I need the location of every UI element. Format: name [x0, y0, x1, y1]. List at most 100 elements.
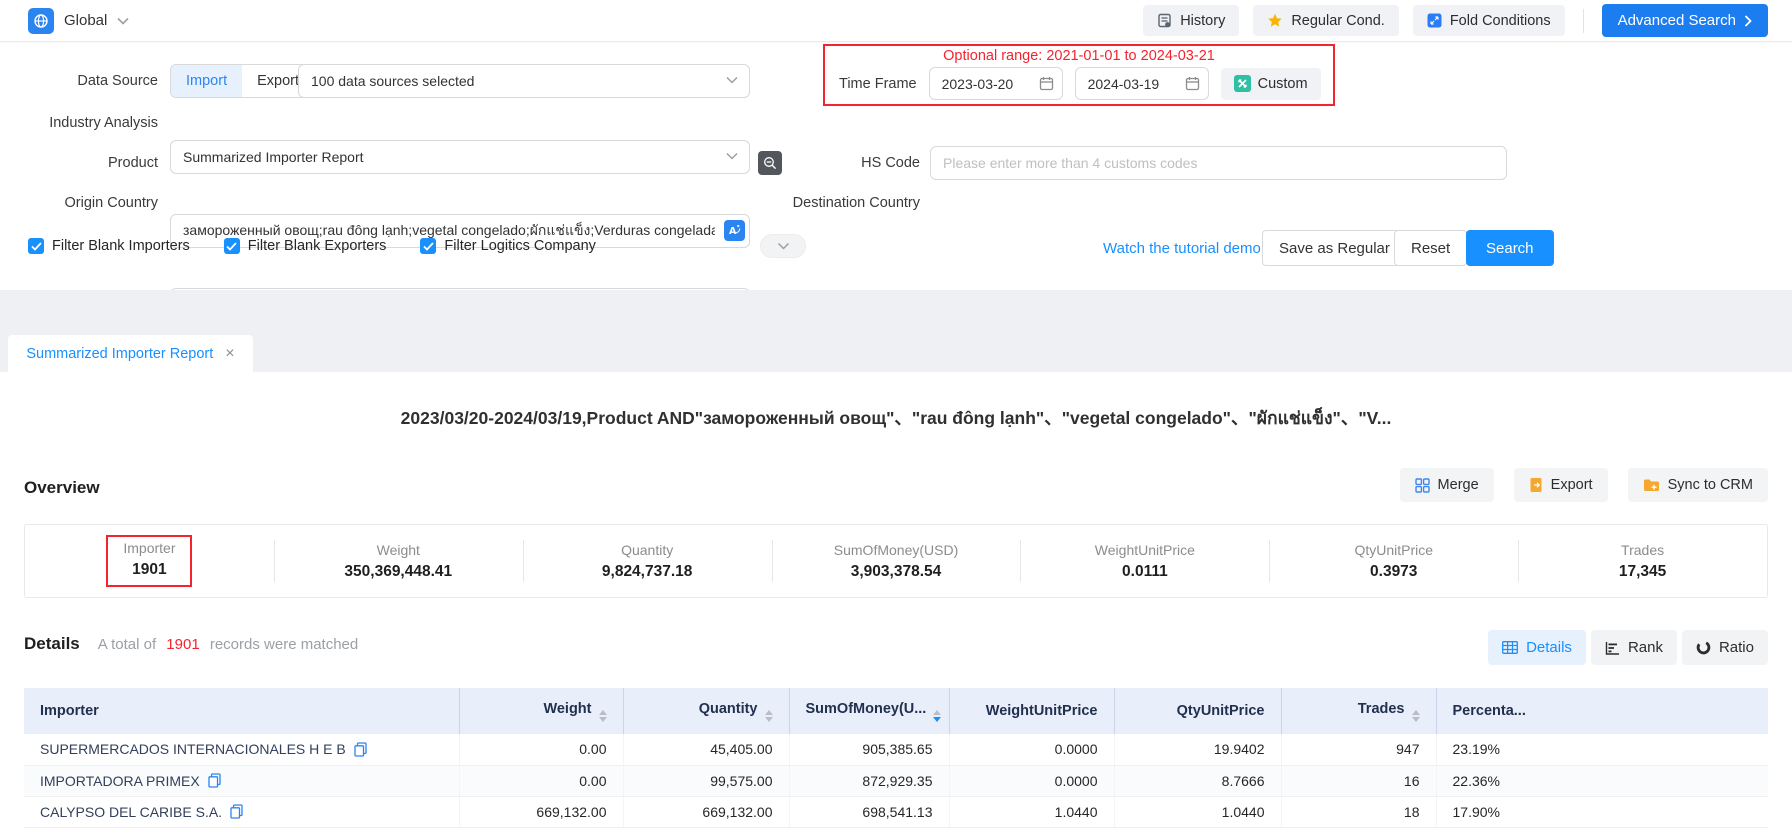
- export-button[interactable]: Export: [1514, 468, 1608, 502]
- history-icon: [1157, 13, 1172, 28]
- filter-blank-importers-checkbox[interactable]: Filter Blank Importers: [28, 238, 190, 254]
- filter-blank-exporters-checkbox[interactable]: Filter Blank Exporters: [224, 238, 387, 254]
- stat-importer: Importer 1901: [25, 525, 274, 597]
- sort-icon[interactable]: [599, 710, 607, 722]
- destination-country-label: Destination Country: [770, 186, 920, 220]
- table-header-row: Importer Weight Quantity SumOfMoney(U...…: [24, 688, 1768, 734]
- start-date-field[interactable]: [929, 67, 1063, 100]
- stat-label: Importer: [123, 540, 175, 556]
- view-rank-button[interactable]: Rank: [1591, 630, 1677, 665]
- total-prefix: A total of: [98, 636, 156, 653]
- view-details-button[interactable]: Details: [1488, 630, 1586, 665]
- copy-icon[interactable]: [208, 773, 221, 788]
- cell-sum: 905,385.65: [789, 734, 949, 765]
- filter-logitics-company-checkbox[interactable]: Filter Logitics Company: [420, 238, 596, 254]
- stat-label: WeightUnitPrice: [1095, 542, 1195, 558]
- sort-icon[interactable]: [1412, 710, 1420, 722]
- industry-analysis-select[interactable]: [170, 140, 750, 174]
- view-ratio-label: Ratio: [1719, 639, 1754, 656]
- report-content: 2023/03/20-2024/03/19,Product AND"заморо…: [0, 372, 1792, 838]
- sync-to-crm-label: Sync to CRM: [1668, 477, 1753, 493]
- tutorial-demo-link[interactable]: Watch the tutorial demo: [1103, 240, 1261, 257]
- cell-quantity: 99,575.00: [623, 765, 789, 796]
- checkbox-label: Filter Logitics Company: [444, 238, 596, 254]
- advanced-search-button[interactable]: Advanced Search: [1602, 4, 1768, 37]
- close-icon[interactable]: ×: [225, 345, 234, 363]
- copy-icon[interactable]: [230, 804, 243, 819]
- topbar-actions: History Regular Cond. Fold Conditions Ad…: [1143, 4, 1768, 37]
- importer-name[interactable]: IMPORTADORA PRIMEX: [40, 773, 200, 789]
- cell-percentage: 22.36%: [1436, 765, 1768, 796]
- hs-code-field[interactable]: [930, 146, 1507, 180]
- regular-cond-button[interactable]: Regular Cond.: [1253, 5, 1399, 36]
- cell-importer: IMPORTADORA PRIMEX: [24, 765, 459, 796]
- sync-to-crm-button[interactable]: Sync to CRM: [1628, 468, 1768, 502]
- importer-name[interactable]: CALYPSO DEL CARIBE S.A.: [40, 804, 222, 820]
- fold-conditions-button[interactable]: Fold Conditions: [1413, 5, 1565, 36]
- collapse-conditions-button[interactable]: [760, 234, 806, 258]
- col-qty-unit-price: QtyUnitPrice: [1114, 688, 1281, 734]
- data-source-toggle: Import Export: [170, 64, 315, 98]
- data-sources-select[interactable]: [298, 64, 750, 98]
- col-trades[interactable]: Trades: [1281, 688, 1436, 734]
- calendar-icon: [1039, 76, 1054, 91]
- tab-summarized-importer-report[interactable]: Summarized Importer Report ×: [8, 335, 253, 372]
- stat-value: 1901: [132, 561, 166, 579]
- stat-value: 0.3973: [1370, 563, 1417, 581]
- merge-label: Merge: [1438, 477, 1479, 493]
- hs-code-input[interactable]: [930, 146, 1507, 180]
- history-label: History: [1180, 13, 1225, 29]
- col-label: QtyUnitPrice: [1177, 703, 1265, 719]
- checkbox-checked-icon: [224, 238, 240, 254]
- rank-chart-icon: [1605, 641, 1620, 655]
- custom-range-icon: [1234, 75, 1251, 92]
- col-label: Trades: [1358, 701, 1405, 717]
- sort-icon[interactable]: [765, 710, 773, 722]
- col-sum-of-money[interactable]: SumOfMoney(U...: [789, 688, 949, 734]
- search-button[interactable]: Search: [1466, 230, 1554, 266]
- checkbox-checked-icon: [28, 238, 44, 254]
- region-selector[interactable]: Global: [28, 8, 129, 34]
- data-source-label: Data Source: [0, 64, 158, 98]
- col-label: WeightUnitPrice: [986, 703, 1098, 719]
- custom-range-label: Custom: [1258, 76, 1308, 92]
- col-quantity[interactable]: Quantity: [623, 688, 789, 734]
- data-sources-value[interactable]: [298, 64, 750, 98]
- import-toggle[interactable]: Import: [171, 65, 242, 97]
- checkbox-checked-icon: [420, 238, 436, 254]
- col-label: SumOfMoney(U...: [806, 701, 927, 717]
- view-ratio-button[interactable]: Ratio: [1682, 630, 1768, 665]
- custom-range-button[interactable]: Custom: [1221, 68, 1321, 100]
- details-total-text: A total of 1901 records were matched: [98, 636, 359, 653]
- reset-button[interactable]: Reset: [1394, 230, 1467, 266]
- end-date-field[interactable]: [1075, 67, 1209, 100]
- stat-importer-highlight-box: Importer 1901: [106, 535, 192, 587]
- report-query-title: 2023/03/20-2024/03/19,Product AND"заморо…: [0, 404, 1792, 432]
- calendar-icon: [1185, 76, 1200, 91]
- industry-analysis-value[interactable]: [170, 140, 750, 174]
- history-button[interactable]: History: [1143, 5, 1239, 36]
- col-weight[interactable]: Weight: [459, 688, 623, 734]
- translate-icon[interactable]: A: [724, 220, 745, 241]
- cell-trades: 18: [1281, 796, 1436, 827]
- stat-value: 3,903,378.54: [851, 563, 942, 581]
- export-icon: [1529, 477, 1543, 493]
- overview-heading: Overview: [24, 478, 100, 498]
- star-icon: [1267, 13, 1283, 28]
- product-label: Product: [0, 146, 158, 180]
- merge-button[interactable]: Merge: [1400, 468, 1494, 502]
- copy-icon[interactable]: [354, 742, 367, 757]
- cell-trades: 947: [1281, 734, 1436, 765]
- cell-percentage: 23.19%: [1436, 734, 1768, 765]
- table-row: CALYPSO DEL CARIBE S.A. 669,132.00 669,1…: [24, 796, 1768, 827]
- sort-desc-icon[interactable]: [933, 710, 941, 722]
- globe-icon: [28, 8, 54, 34]
- cell-sum: 698,541.13: [789, 796, 949, 827]
- save-as-regular-button[interactable]: Save as Regular: [1262, 230, 1407, 266]
- cell-weight: 669,132.00: [459, 796, 623, 827]
- importer-name[interactable]: SUPERMERCADOS INTERNACIONALES H E B: [40, 741, 346, 757]
- view-rank-label: Rank: [1628, 639, 1663, 656]
- col-percentage: Percenta...: [1436, 688, 1768, 734]
- filter-checkbox-row: Filter Blank Importers Filter Blank Expo…: [28, 238, 596, 254]
- hs-code-label: HS Code: [770, 146, 920, 180]
